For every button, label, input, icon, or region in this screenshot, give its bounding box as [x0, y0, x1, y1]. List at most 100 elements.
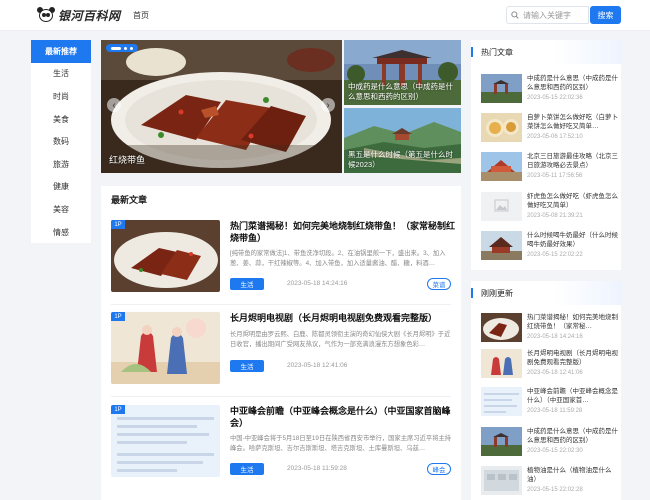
article-thumbnail[interactable]: 1P	[111, 405, 220, 477]
article-date: 2023-05-18 14:24:16	[287, 280, 348, 287]
recent-item[interactable]: 中亚峰会前瞻（中亚峰会概念是什么）（中亚国家首… 2023-05-18 11:5…	[481, 387, 619, 420]
hot-item-title[interactable]: 什么时候喝牛奶最好（什么时候喝牛奶最好效果）	[527, 231, 619, 249]
article-summary: 长月烬明是由罗云熙、白鹿、陈都灵领衔主演的奇幻仙侠大剧《长月烬明》于近日收官，播…	[230, 331, 451, 348]
panda-logo-icon	[36, 7, 56, 23]
hot-item-date: 2023-05-06 17:52:10	[527, 134, 583, 140]
sidebar-item-life[interactable]: 生活	[31, 63, 91, 86]
hot-item[interactable]: 什么时候喝牛奶最好（什么时候喝牛奶最好效果） 2023-05-15 22:02:…	[481, 231, 619, 264]
banner-side-slide-2[interactable]: 黑五是什么时候（第五是什么时候2023）	[344, 108, 461, 173]
recent-item[interactable]: 中成药是什么意思（中成药是什么意思和西药的区别） 2023-05-15 22:0…	[481, 427, 619, 460]
site-logo[interactable]: 银河百科网	[36, 7, 121, 23]
nav-home-link[interactable]: 首页	[133, 10, 149, 21]
banner-main-caption: 红烧带鱼	[109, 155, 146, 165]
recent-item[interactable]: 热门菜谱揭秘！如何完美地烧制红烧带鱼！（家常秘… 2023-05-18 14:2…	[481, 313, 619, 346]
article-thumbnail[interactable]: 1P	[111, 220, 220, 292]
hot-item-date: 2023-05-08 21:39:21	[527, 213, 583, 219]
recent-item-thumbnail[interactable]	[481, 313, 522, 342]
sidebar-item-health[interactable]: 健康	[31, 176, 91, 199]
hot-item-title[interactable]: 北京三日旅游最佳攻略（北京三日旅游攻略必去景点）	[527, 152, 619, 170]
hot-item[interactable]: 虾虎鱼怎么做好吃（虾虎鱼怎么做好吃又简单） 2023-05-08 21:39:2…	[481, 192, 619, 225]
hot-item-thumbnail[interactable]	[481, 113, 522, 142]
hot-item-thumbnail[interactable]	[481, 231, 522, 260]
sidebar-item-fashion[interactable]: 时尚	[31, 85, 91, 108]
article-title[interactable]: 热门菜谱揭秘！如何完美地烧制红烧带鱼！（家常秘制红烧带鱼）	[230, 220, 460, 244]
article-card[interactable]: 1P 长月烬明电视剧（长月烬明电视剧免费观看完整版） 长月烬明是由罗云熙、白鹿、…	[111, 312, 451, 392]
article-category-tag[interactable]: 生活	[230, 278, 264, 290]
carousel-prev-button[interactable]: ‹	[107, 98, 121, 112]
site-header: 银河百科网 首页 搜索	[0, 0, 650, 31]
article-summary: 中国-中亚峰会将于5月18日至19日在陕西省西安市举行，国家主席习近平将主持峰会…	[230, 435, 452, 452]
banner-side-caption-1: 中成药是什么意思（中成药是什么意思和西药的区别）	[348, 82, 453, 101]
category-sidebar: 最新推荐 生活 时尚 美食 数码 旅游 健康 美容 情感	[31, 40, 91, 243]
carousel-next-button[interactable]: ›	[321, 98, 335, 112]
sidebar-item-food[interactable]: 美食	[31, 108, 91, 131]
article-date: 2023-05-18 12:41:06	[287, 362, 348, 369]
search-input[interactable]	[523, 10, 583, 20]
hot-item-date: 2023-05-15 22:02:36	[527, 95, 583, 101]
hot-item-date: 2023-05-11 17:56:56	[527, 173, 583, 179]
banner-main-slide[interactable]: ‹ › 红烧带鱼	[101, 40, 342, 173]
article-title[interactable]: 长月烬明电视剧（长月烬明电视剧免费观看完整版）	[230, 312, 460, 324]
recent-item-date: 2023-05-18 14:24:16	[527, 334, 583, 340]
article-category-tag[interactable]: 生活	[230, 463, 264, 475]
hot-item-thumbnail[interactable]	[481, 74, 522, 103]
latest-articles-section: 最新文章 1P 热门菜谱揭秘！如何完美地烧制红烧带鱼！（家常秘制红烧带鱼） [纯…	[101, 186, 461, 500]
banner-side-caption-2: 黑五是什么时候（第五是什么时候2023）	[348, 150, 453, 169]
recent-item-title[interactable]: 长月烬明电视剧（长月烬明电视剧免费观看完整版）	[527, 349, 619, 367]
hot-item-title[interactable]: 虾虎鱼怎么做好吃（虾虎鱼怎么做好吃又简单）	[527, 192, 619, 210]
sidebar-item-beauty[interactable]: 美容	[31, 198, 91, 221]
recent-item[interactable]: 植物油是什么（植物油是什么油） 2023-05-15 22:02:28	[481, 466, 619, 499]
recent-item-thumbnail[interactable]	[481, 427, 522, 456]
recent-item-date: 2023-05-15 22:02:28	[527, 487, 583, 493]
recent-item-title[interactable]: 中亚峰会前瞻（中亚峰会概念是什么）（中亚国家首…	[527, 387, 619, 405]
divider	[111, 304, 451, 305]
sidebar-item-recommended[interactable]: 最新推荐	[31, 40, 91, 63]
recent-item-date: 2023-05-18 11:59:28	[527, 408, 583, 414]
recent-item-title[interactable]: 热门菜谱揭秘！如何完美地烧制红烧带鱼！（家常秘…	[527, 313, 619, 331]
recent-item-title[interactable]: 中成药是什么意思（中成药是什么意思和西药的区别）	[527, 427, 619, 445]
image-placeholder-icon	[481, 192, 522, 221]
search-box[interactable]	[506, 6, 589, 24]
hot-item[interactable]: 中成药是什么意思（中成药是什么意思和西药的区别） 2023-05-15 22:0…	[481, 74, 619, 107]
banner-side-slide-1[interactable]: 中成药是什么意思（中成药是什么意思和西药的区别）	[344, 40, 461, 105]
hot-panel-title: 热门文章	[471, 40, 621, 64]
recent-updates-panel: 刚刚更新 热门菜谱揭秘！如何完美地烧制红烧带鱼！（家常秘… 2023-05-18…	[471, 281, 621, 500]
sidebar-item-travel[interactable]: 旅游	[31, 153, 91, 176]
recent-item-thumbnail[interactable]	[481, 466, 522, 495]
image-count-badge: 1P	[111, 312, 125, 321]
article-date: 2023-05-18 11:59:28	[287, 465, 347, 472]
article-summary: [纯带鱼的家常做法]1、带鱼洗净切段。2、在油锅里煎一下，盛出来。3、加入葱、姜…	[230, 250, 446, 267]
search-button[interactable]: 搜索	[590, 6, 621, 24]
braised-fish-image	[101, 40, 342, 173]
article-thumbnail[interactable]: 1P	[111, 312, 220, 384]
article-category-tag[interactable]: 生活	[230, 360, 264, 372]
sidebar-item-digital[interactable]: 数码	[31, 130, 91, 153]
hot-item-date: 2023-05-15 22:02:22	[527, 252, 583, 258]
hot-articles-panel: 热门文章 中成药是什么意思（中成药是什么意思和西药的区别） 2023-05-15…	[471, 40, 621, 270]
article-title[interactable]: 中亚峰会前瞻（中亚峰会概念是什么）（中亚国家首脑峰会）	[230, 405, 460, 429]
recent-item-thumbnail[interactable]	[481, 387, 522, 416]
hot-item-thumbnail[interactable]	[481, 192, 522, 221]
recent-item-date: 2023-05-18 12:41:06	[527, 370, 583, 376]
recent-item-title[interactable]: 植物油是什么（植物油是什么油）	[527, 466, 619, 484]
divider	[111, 396, 451, 397]
recent-panel-title: 刚刚更新	[471, 281, 621, 305]
sidebar-item-emotion[interactable]: 情感	[31, 221, 91, 244]
article-keyword-pill[interactable]: 峰会	[427, 463, 451, 475]
hot-item[interactable]: 自萝卜菜饼怎么做好吃（白萝卜菜饼怎么做好吃又简单… 2023-05-06 17:…	[481, 113, 619, 146]
hot-item[interactable]: 北京三日旅游最佳攻略（北京三日旅游攻略必去景点） 2023-05-11 17:5…	[481, 152, 619, 185]
article-card[interactable]: 1P 热门菜谱揭秘！如何完美地烧制红烧带鱼！（家常秘制红烧带鱼） [纯带鱼的家常…	[111, 220, 455, 300]
latest-section-title: 最新文章	[111, 195, 148, 205]
recent-item-date: 2023-05-15 22:02:30	[527, 448, 583, 454]
image-count-badge: 1P	[111, 220, 125, 229]
hot-item-thumbnail[interactable]	[481, 152, 522, 181]
image-count-badge: 1P	[111, 405, 125, 414]
article-card[interactable]: 1P 中亚峰会前瞻（中亚峰会概念是什么）（中亚国家首脑峰会） 中国-中亚峰会将于…	[111, 405, 451, 485]
hot-item-title[interactable]: 自萝卜菜饼怎么做好吃（白萝卜菜饼怎么做好吃又简单…	[527, 113, 619, 131]
recent-item-thumbnail[interactable]	[481, 349, 522, 378]
logo-text: 银河百科网	[58, 8, 121, 23]
recent-item[interactable]: 长月烬明电视剧（长月烬明电视剧免费观看完整版） 2023-05-18 12:41…	[481, 349, 619, 382]
carousel-dots[interactable]	[106, 44, 138, 52]
hot-item-title[interactable]: 中成药是什么意思（中成药是什么意思和西药的区别）	[527, 74, 619, 92]
article-keyword-pill[interactable]: 菜谱	[427, 278, 451, 290]
